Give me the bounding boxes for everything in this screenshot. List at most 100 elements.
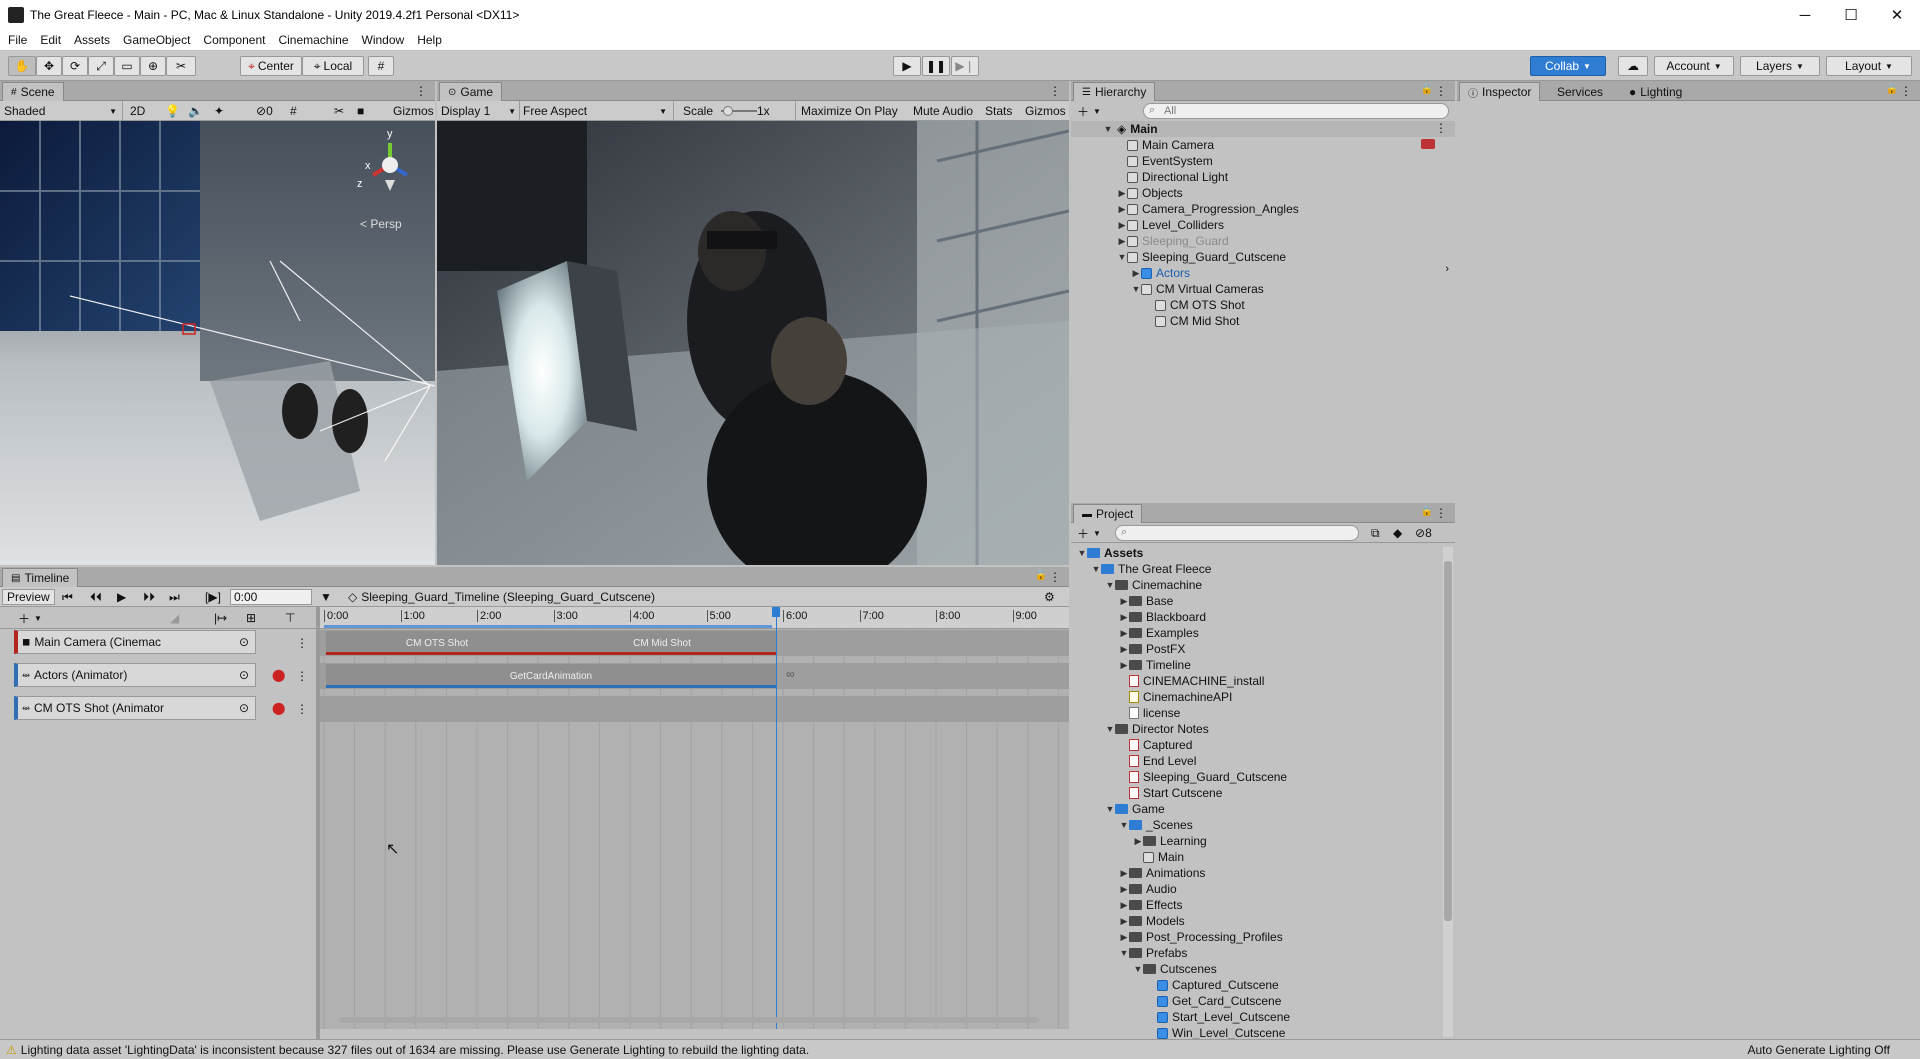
track-menu-icon[interactable]: ⋮ xyxy=(296,636,308,650)
project-item[interactable]: ▼ Director Notes xyxy=(1105,721,1209,737)
loop-icon[interactable]: [▶] xyxy=(205,589,221,605)
project-item[interactable]: ▶ Timeline xyxy=(1119,657,1191,673)
project-item[interactable]: ▶ Effects xyxy=(1119,897,1183,913)
project-scrollbar[interactable] xyxy=(1443,547,1453,1037)
chevron-right-icon[interactable]: › xyxy=(1445,263,1449,275)
game-gizmos-toggle[interactable]: Gizmos xyxy=(1025,103,1066,119)
hidden-objects-icon[interactable]: ⊘ 0 xyxy=(256,103,273,119)
lock-icon[interactable]: 🔒 xyxy=(1035,570,1047,581)
space-local-button[interactable]: ⌖ Local xyxy=(302,56,364,76)
hierarchy-item[interactable]: ▶ Level_Colliders xyxy=(1117,217,1225,233)
perspective-label[interactable]: < Persp xyxy=(360,217,402,231)
auto-lighting-status[interactable]: Auto Generate Lighting Off xyxy=(1747,1043,1890,1057)
panel-menu-icon[interactable]: ⋮ xyxy=(1435,506,1447,520)
clip-cm-ots-shot[interactable]: CM OTS Shot xyxy=(326,631,548,655)
close-button[interactable]: ✕ xyxy=(1874,0,1920,30)
chevron-down-icon[interactable]: ▼ xyxy=(1117,252,1127,262)
hierarchy-item[interactable]: CM Mid Shot xyxy=(1145,313,1239,329)
target-icon[interactable]: ⊙ xyxy=(239,701,249,715)
panel-menu-icon[interactable]: ⋮ xyxy=(1900,84,1912,98)
chevron-right-icon[interactable]: ▶ xyxy=(1119,596,1129,607)
pivot-center-button[interactable]: ⌖ Center xyxy=(240,56,302,76)
clip-getcard-animation[interactable]: GetCardAnimation xyxy=(326,664,776,688)
grid-snap-icon[interactable]: # xyxy=(368,56,394,76)
chevron-right-icon[interactable]: ▶ xyxy=(1119,612,1129,623)
scene-root[interactable]: ▼ ◈ Main xyxy=(1103,121,1158,137)
transform-tool-icon[interactable]: ⊕ xyxy=(140,56,166,76)
chevron-down-icon[interactable]: ▼ xyxy=(1105,804,1115,814)
chevron-right-icon[interactable]: ▶ xyxy=(1119,900,1129,911)
status-message[interactable]: Lighting data asset 'LightingData' is in… xyxy=(21,1043,809,1057)
scale-slider[interactable] xyxy=(721,103,757,119)
scene-menu-icon[interactable]: ⋮ xyxy=(1435,121,1447,135)
game-view[interactable] xyxy=(437,121,1069,565)
scale-tool-icon[interactable]: ⤢ xyxy=(88,56,114,76)
hierarchy-item[interactable]: CM OTS Shot xyxy=(1145,297,1245,313)
menu-cinemachine[interactable]: Cinemachine xyxy=(278,33,348,47)
current-time-field[interactable]: 0:00 xyxy=(230,589,312,605)
create-button[interactable]: ＋ ▼ xyxy=(1077,103,1101,119)
tab-timeline[interactable]: ▤ Timeline xyxy=(2,568,79,587)
grid-toggle-icon[interactable]: # xyxy=(290,103,297,119)
project-item[interactable]: ▶ PostFX xyxy=(1119,641,1186,657)
audio-toggle-icon[interactable]: 🔈 xyxy=(188,103,203,119)
preview-toggle[interactable]: Preview xyxy=(2,589,55,605)
hidden-packages-icon[interactable]: ⊘ 8 xyxy=(1415,525,1432,541)
chevron-right-icon[interactable]: ▶ xyxy=(1117,204,1127,215)
chevron-down-icon[interactable]: ▼ xyxy=(320,589,332,605)
keyframe-snap-icon[interactable]: ⊤ xyxy=(285,610,295,626)
project-item[interactable]: Sleeping_Guard_Cutscene xyxy=(1119,769,1287,785)
playhead-handle[interactable] xyxy=(772,607,780,617)
filter-by-type-icon[interactable]: ⧉ xyxy=(1371,525,1380,541)
custom-tool-icon[interactable]: ✂ xyxy=(166,56,196,76)
menu-file[interactable]: File xyxy=(8,33,27,47)
shading-mode-dropdown[interactable]: Shaded ▼ xyxy=(4,103,119,119)
chevron-right-icon[interactable]: ▶ xyxy=(1119,868,1129,879)
panel-menu-icon[interactable]: ⋮ xyxy=(1049,84,1061,98)
project-item[interactable]: Start_Level_Cutscene xyxy=(1147,1009,1290,1025)
layout-dropdown[interactable]: Layout ▼ xyxy=(1826,56,1912,76)
project-item[interactable]: CinemachineAPI xyxy=(1119,689,1232,705)
blend-icon[interactable]: ◢ xyxy=(170,610,179,626)
filter-by-label-icon[interactable]: ◆ xyxy=(1393,525,1402,541)
stats-toggle[interactable]: Stats xyxy=(985,103,1012,119)
target-icon[interactable]: ⊙ xyxy=(239,668,249,682)
project-item[interactable]: ▶ Blackboard xyxy=(1119,609,1207,625)
project-item[interactable]: ▼ The Great Fleece xyxy=(1091,561,1212,577)
chevron-right-icon[interactable]: ▶ xyxy=(1119,628,1129,639)
hand-tool-icon[interactable]: ✋ xyxy=(8,56,36,76)
project-item[interactable]: license xyxy=(1119,705,1180,721)
project-item[interactable]: Start Cutscene xyxy=(1119,785,1222,801)
hierarchy-item[interactable]: ▼ Sleeping_Guard_Cutscene xyxy=(1117,249,1287,265)
goto-start-icon[interactable]: ⏮ xyxy=(62,589,73,605)
hierarchy-item[interactable]: Directional Light xyxy=(1117,169,1228,185)
track-menu-icon[interactable]: ⋮ xyxy=(296,702,308,716)
create-asset-button[interactable]: ＋ ▼ xyxy=(1077,525,1101,541)
pause-button[interactable]: ❚❚ xyxy=(922,56,950,76)
horizontal-scrollbar[interactable] xyxy=(325,1015,1065,1025)
scene-gizmos-dropdown[interactable]: Gizmos xyxy=(393,103,434,119)
chevron-right-icon[interactable]: ▶ xyxy=(1117,220,1127,231)
aspect-dropdown[interactable]: Free Aspect ▼ xyxy=(519,103,669,119)
hierarchy-item[interactable]: ▶ Sleeping_Guard xyxy=(1117,233,1229,249)
camera-icon[interactable]: ■ xyxy=(357,103,364,119)
project-item[interactable]: End Level xyxy=(1119,753,1196,769)
hierarchy-search-input[interactable]: ⌕ All xyxy=(1143,103,1449,119)
tab-inspector[interactable]: ⓘ Inspector xyxy=(1459,82,1541,101)
step-button[interactable]: ▶❘ xyxy=(951,56,979,76)
lighting-toggle-icon[interactable]: 💡 xyxy=(165,103,180,119)
hierarchy-item[interactable]: ▶ Camera_Progression_Angles xyxy=(1117,201,1299,217)
hierarchy-item[interactable]: ▶ Actors xyxy=(1131,265,1190,281)
chevron-right-icon[interactable]: ▶ xyxy=(1117,188,1127,199)
axis-gizmo-icon[interactable]: y x z xyxy=(355,125,425,215)
account-dropdown[interactable]: Account ▼ xyxy=(1654,56,1734,76)
project-item[interactable]: Win_Level_Cutscene xyxy=(1147,1025,1285,1039)
project-item[interactable]: Captured xyxy=(1119,737,1192,753)
tools-icon[interactable]: ✂ xyxy=(334,103,344,119)
timeline-breadcrumb[interactable]: ◇ Sleeping_Guard_Timeline (Sleeping_Guard… xyxy=(348,589,655,605)
panel-menu-icon[interactable]: ⋮ xyxy=(415,84,427,98)
clips-area[interactable]: CM OTS Shot CM Mid Shot GetCardAnimation… xyxy=(320,607,1069,1029)
minimize-button[interactable]: ─ xyxy=(1782,0,1828,30)
goto-end-icon[interactable]: ⏭ xyxy=(169,589,180,605)
project-item[interactable]: ▶ Post_Processing_Profiles xyxy=(1119,929,1283,945)
